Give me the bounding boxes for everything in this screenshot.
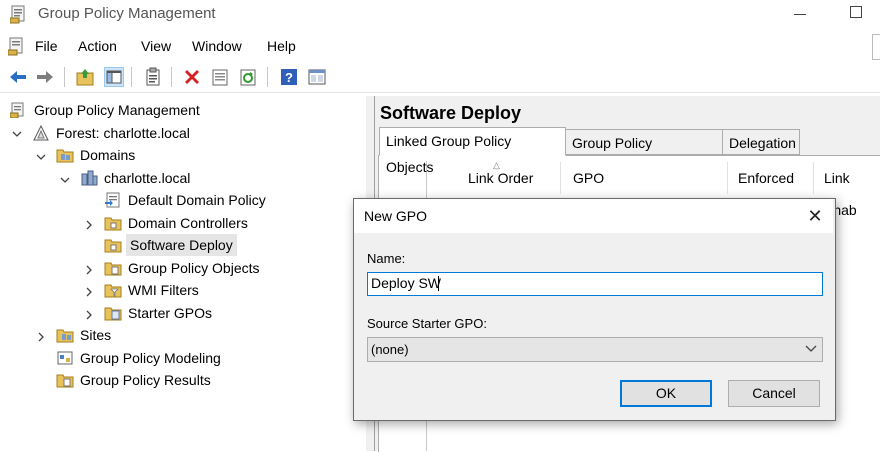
tree-label-software-deploy: Software Deploy xyxy=(126,234,237,256)
menu-overflow[interactable] xyxy=(872,34,880,60)
menu-bar: File Action View Window Help xyxy=(0,32,880,60)
gpo-link-icon xyxy=(104,192,122,208)
ok-button[interactable]: OK xyxy=(620,380,712,407)
toolbar-separator xyxy=(267,67,268,87)
toolbar-separator xyxy=(64,67,65,87)
tree-label-modeling: Group Policy Modeling xyxy=(80,350,221,366)
toolbar-separator xyxy=(131,67,132,87)
delete-icon[interactable] xyxy=(182,67,202,87)
source-starter-gpo-label: Source Starter GPO: xyxy=(367,316,487,331)
maximize-button[interactable] xyxy=(844,4,870,24)
tree-label-domain: charlotte.local xyxy=(104,170,191,186)
expand-chevron-icon[interactable] xyxy=(36,332,46,342)
domain-icon xyxy=(80,170,98,186)
results-icon xyxy=(56,372,74,388)
expand-chevron-icon[interactable] xyxy=(84,310,94,320)
text-caret xyxy=(438,276,439,291)
collapse-chevron-icon[interactable] xyxy=(36,152,46,162)
chevron-down-icon[interactable] xyxy=(804,341,818,355)
expand-chevron-icon[interactable] xyxy=(84,220,94,230)
back-arrow-icon[interactable] xyxy=(8,67,28,87)
gpo-folder-icon xyxy=(104,260,122,276)
column-gpo[interactable]: GPO xyxy=(563,162,728,194)
properties-icon[interactable] xyxy=(143,67,163,87)
starter-gpo-folder-icon xyxy=(104,305,122,321)
cancel-button[interactable]: Cancel xyxy=(728,380,820,407)
help-icon[interactable]: ? xyxy=(279,67,299,87)
console-tree: Group Policy Management Forest: charlott… xyxy=(0,96,367,451)
source-starter-gpo-value: (none) xyxy=(371,342,409,357)
column-link-enabled[interactable]: Link Enab xyxy=(814,162,880,218)
sort-ascending-icon: △ xyxy=(493,160,500,170)
source-starter-gpo-select[interactable] xyxy=(367,337,823,362)
menu-help[interactable]: Help xyxy=(267,38,296,54)
forest-icon xyxy=(32,124,50,141)
dialog-title: New GPO xyxy=(364,208,428,224)
expand-chevron-icon[interactable] xyxy=(84,265,94,275)
refresh-icon[interactable] xyxy=(238,67,258,87)
ou-folder-icon xyxy=(104,215,122,231)
show-hide-tree-icon[interactable] xyxy=(104,67,124,87)
forward-arrow-icon[interactable] xyxy=(35,67,55,87)
details-title: Software Deploy xyxy=(380,103,522,123)
close-icon[interactable]: ✕ xyxy=(804,205,826,227)
collapse-chevron-icon[interactable] xyxy=(60,175,70,185)
name-label: Name: xyxy=(367,251,406,266)
tab-linked-gpos[interactable]: Linked Group Policy Objects xyxy=(379,127,566,175)
up-folder-icon[interactable] xyxy=(75,67,95,87)
wmi-folder-icon xyxy=(104,282,122,298)
menu-action[interactable]: Action xyxy=(78,38,117,54)
menu-window[interactable]: Window xyxy=(192,38,242,54)
system-menu-icon[interactable] xyxy=(7,36,26,56)
sites-folder-icon xyxy=(56,327,74,343)
tree-label-starter-gpos: Starter GPOs xyxy=(128,305,213,321)
gpmc-app-icon xyxy=(9,4,28,24)
tree-label-default-domain-policy: Default Domain Policy xyxy=(128,192,266,208)
tree-label-domain-controllers: Domain Controllers xyxy=(128,215,248,231)
toolbar-separator xyxy=(171,67,172,87)
menu-file[interactable]: File xyxy=(35,38,58,54)
gpo-name-value: Deploy SW xyxy=(371,275,442,291)
tree-label-domains: Domains xyxy=(80,147,136,163)
minimize-button[interactable] xyxy=(788,4,814,24)
window-title: Group Policy Management xyxy=(38,5,216,22)
collapse-chevron-icon[interactable] xyxy=(12,129,22,139)
gpmc-icon xyxy=(9,102,28,119)
toolbar: ? xyxy=(0,62,880,93)
console-icon[interactable] xyxy=(307,67,327,87)
tree-label-sites: Sites xyxy=(80,327,112,343)
tab-delegation[interactable]: Delegation xyxy=(722,129,800,155)
ou-folder-icon xyxy=(104,237,122,253)
tree-label-wmi-filters: WMI Filters xyxy=(128,282,199,298)
modeling-icon xyxy=(56,350,74,366)
svg-text:?: ? xyxy=(285,70,293,85)
column-link-order[interactable]: Link Order xyxy=(458,162,561,194)
domains-folder-icon xyxy=(56,147,74,163)
expand-chevron-icon[interactable] xyxy=(84,287,94,297)
menu-view[interactable]: View xyxy=(141,38,171,54)
column-enforced[interactable]: Enforced xyxy=(728,162,814,194)
tree-label-root: Group Policy Management xyxy=(34,102,200,118)
tree-label-group-policy-objects: Group Policy Objects xyxy=(128,260,260,276)
tree-label-forest: Forest: charlotte.local xyxy=(56,125,190,141)
tree-label-results: Group Policy Results xyxy=(80,372,211,388)
export-icon[interactable] xyxy=(210,67,230,87)
tab-inheritance[interactable]: Group Policy Inheritance xyxy=(565,129,723,177)
